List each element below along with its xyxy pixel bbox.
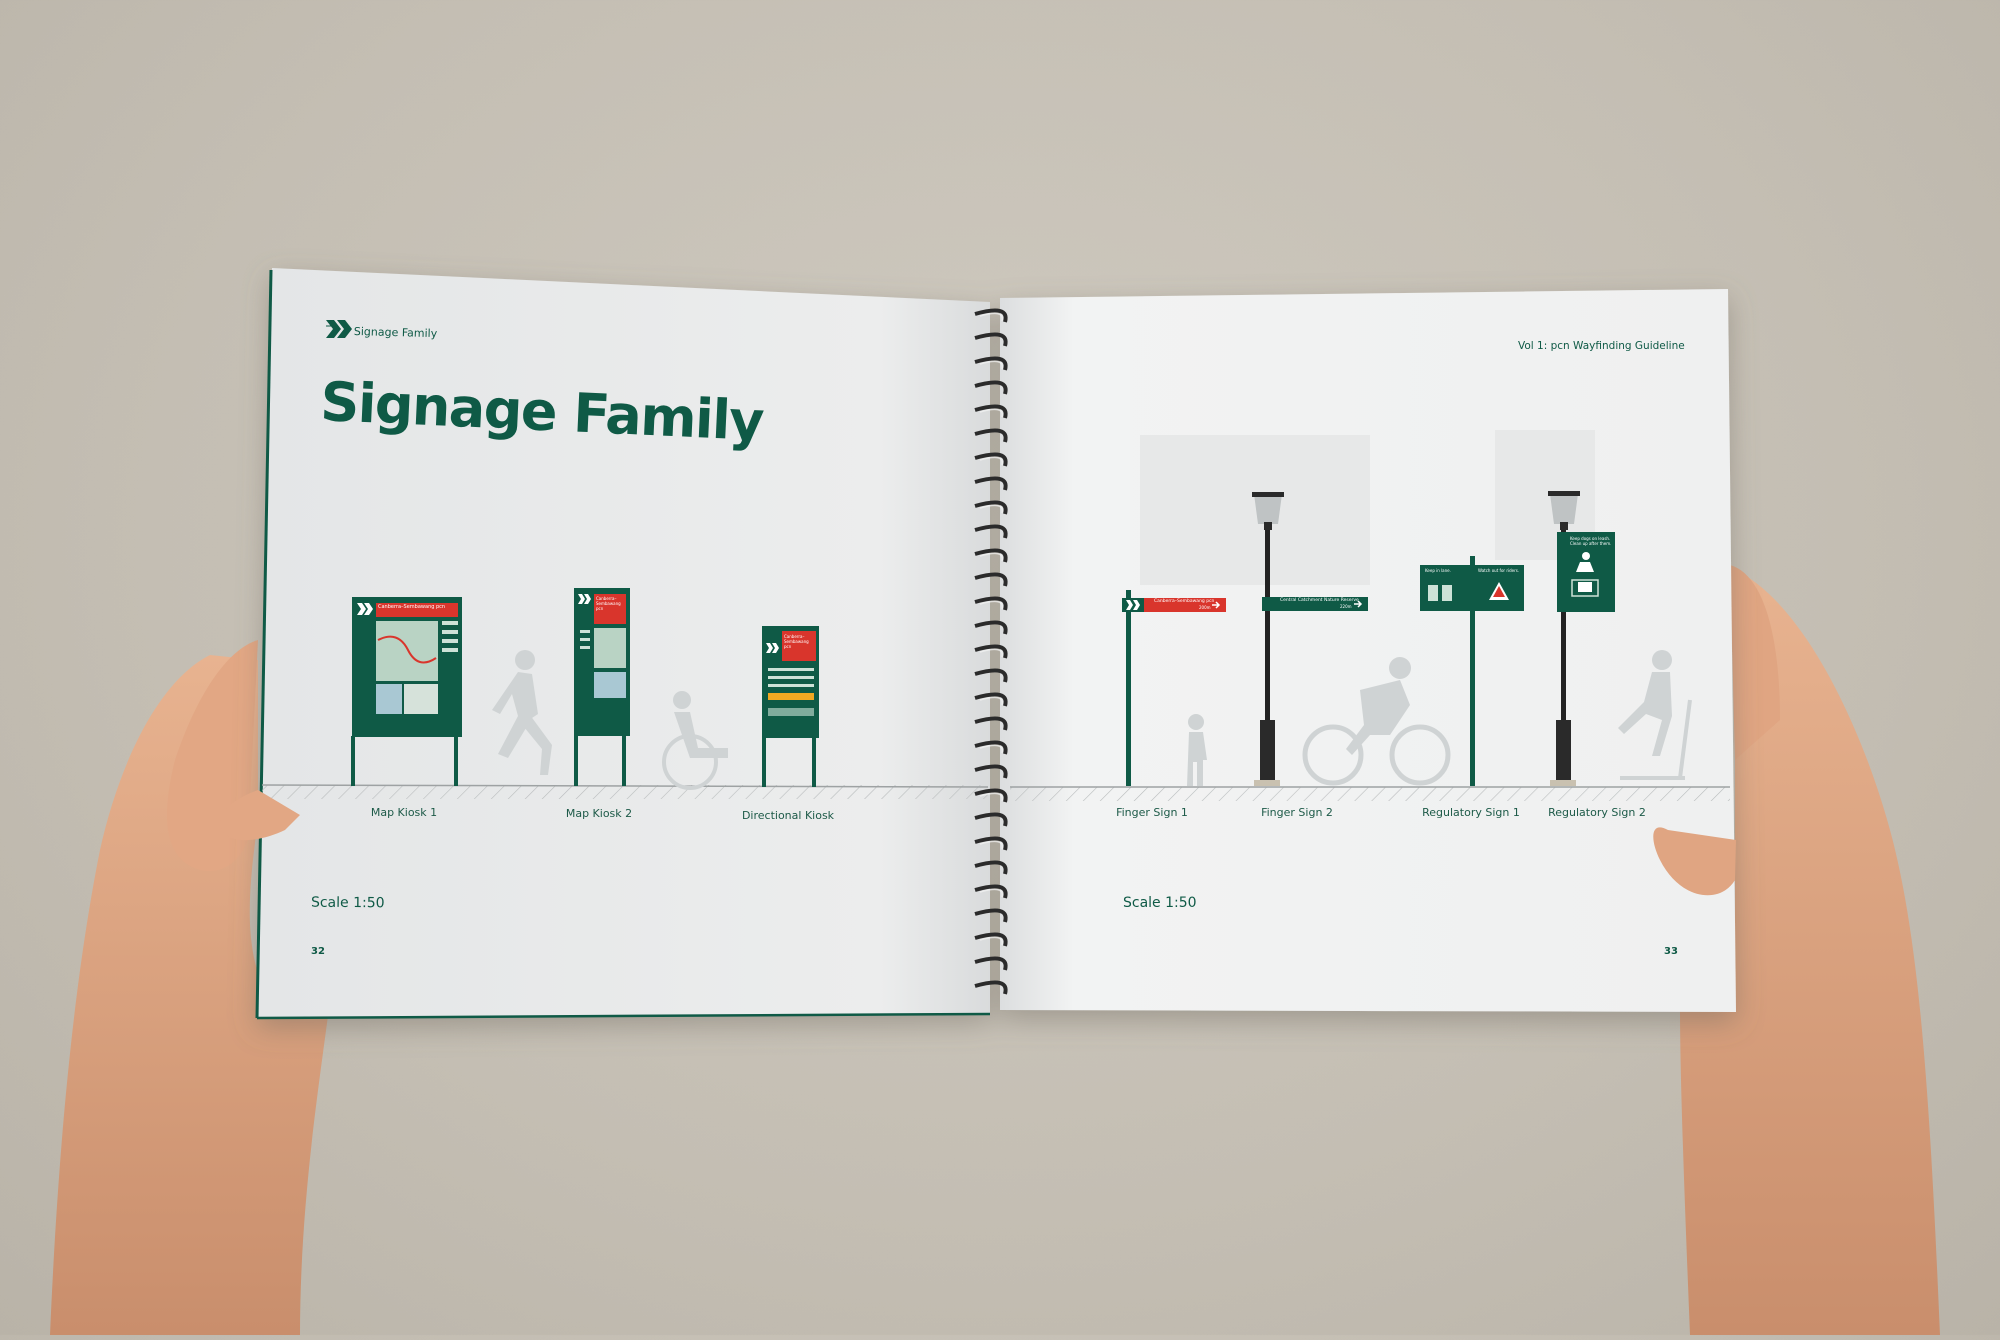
left-page-number: 32: [311, 946, 325, 957]
right-page: [1000, 289, 1736, 1012]
directional-heading: Canberra–Sembawang pcn: [784, 634, 809, 649]
right-page-number: 33: [1664, 946, 1678, 957]
finger1-text: Canberra–Sembawang pcn: [1154, 599, 1215, 604]
right-header-label: Vol 1: pcn Wayfinding Guideline: [1518, 340, 1685, 352]
reg1-left-text: Keep in lane.: [1425, 568, 1451, 573]
caption-finger-sign-2: Finger Sign 2: [1261, 806, 1333, 819]
reg2-text: Keep dogs on leash. Clean up after them.: [1570, 536, 1612, 546]
caption-map-kiosk-1: Map Kiosk 1: [370, 806, 438, 819]
finger2-distance: 220m: [1340, 604, 1352, 609]
reg1-right-text: Watch out for riders.: [1478, 568, 1520, 573]
caption-directional-kiosk: Directional Kiosk: [741, 809, 835, 822]
left-scale-label: Scale 1:50: [310, 894, 385, 912]
left-header-label: Signage Family: [353, 325, 438, 341]
caption-regulatory-sign-1: Regulatory Sign 1: [1422, 806, 1520, 819]
caption-regulatory-sign-2: Regulatory Sign 2: [1548, 806, 1646, 819]
kiosk2-heading: Canberra–Sembawang pcn: [596, 596, 621, 611]
scene: Signage Family Signage Family Scale 1:50…: [0, 0, 2000, 1335]
caption-finger-sign-1: Finger Sign 1: [1116, 806, 1188, 819]
finger2-text: Central Catchment Nature Reserve: [1280, 598, 1359, 603]
right-scale-label: Scale 1:50: [1123, 895, 1197, 911]
photo-illustration: [50, 268, 1940, 1335]
finger1-distance: 200m: [1199, 605, 1211, 610]
kiosk1-heading: Canberra–Sembawang pcn: [378, 604, 446, 610]
caption-map-kiosk-2: Map Kiosk 2: [565, 807, 633, 820]
